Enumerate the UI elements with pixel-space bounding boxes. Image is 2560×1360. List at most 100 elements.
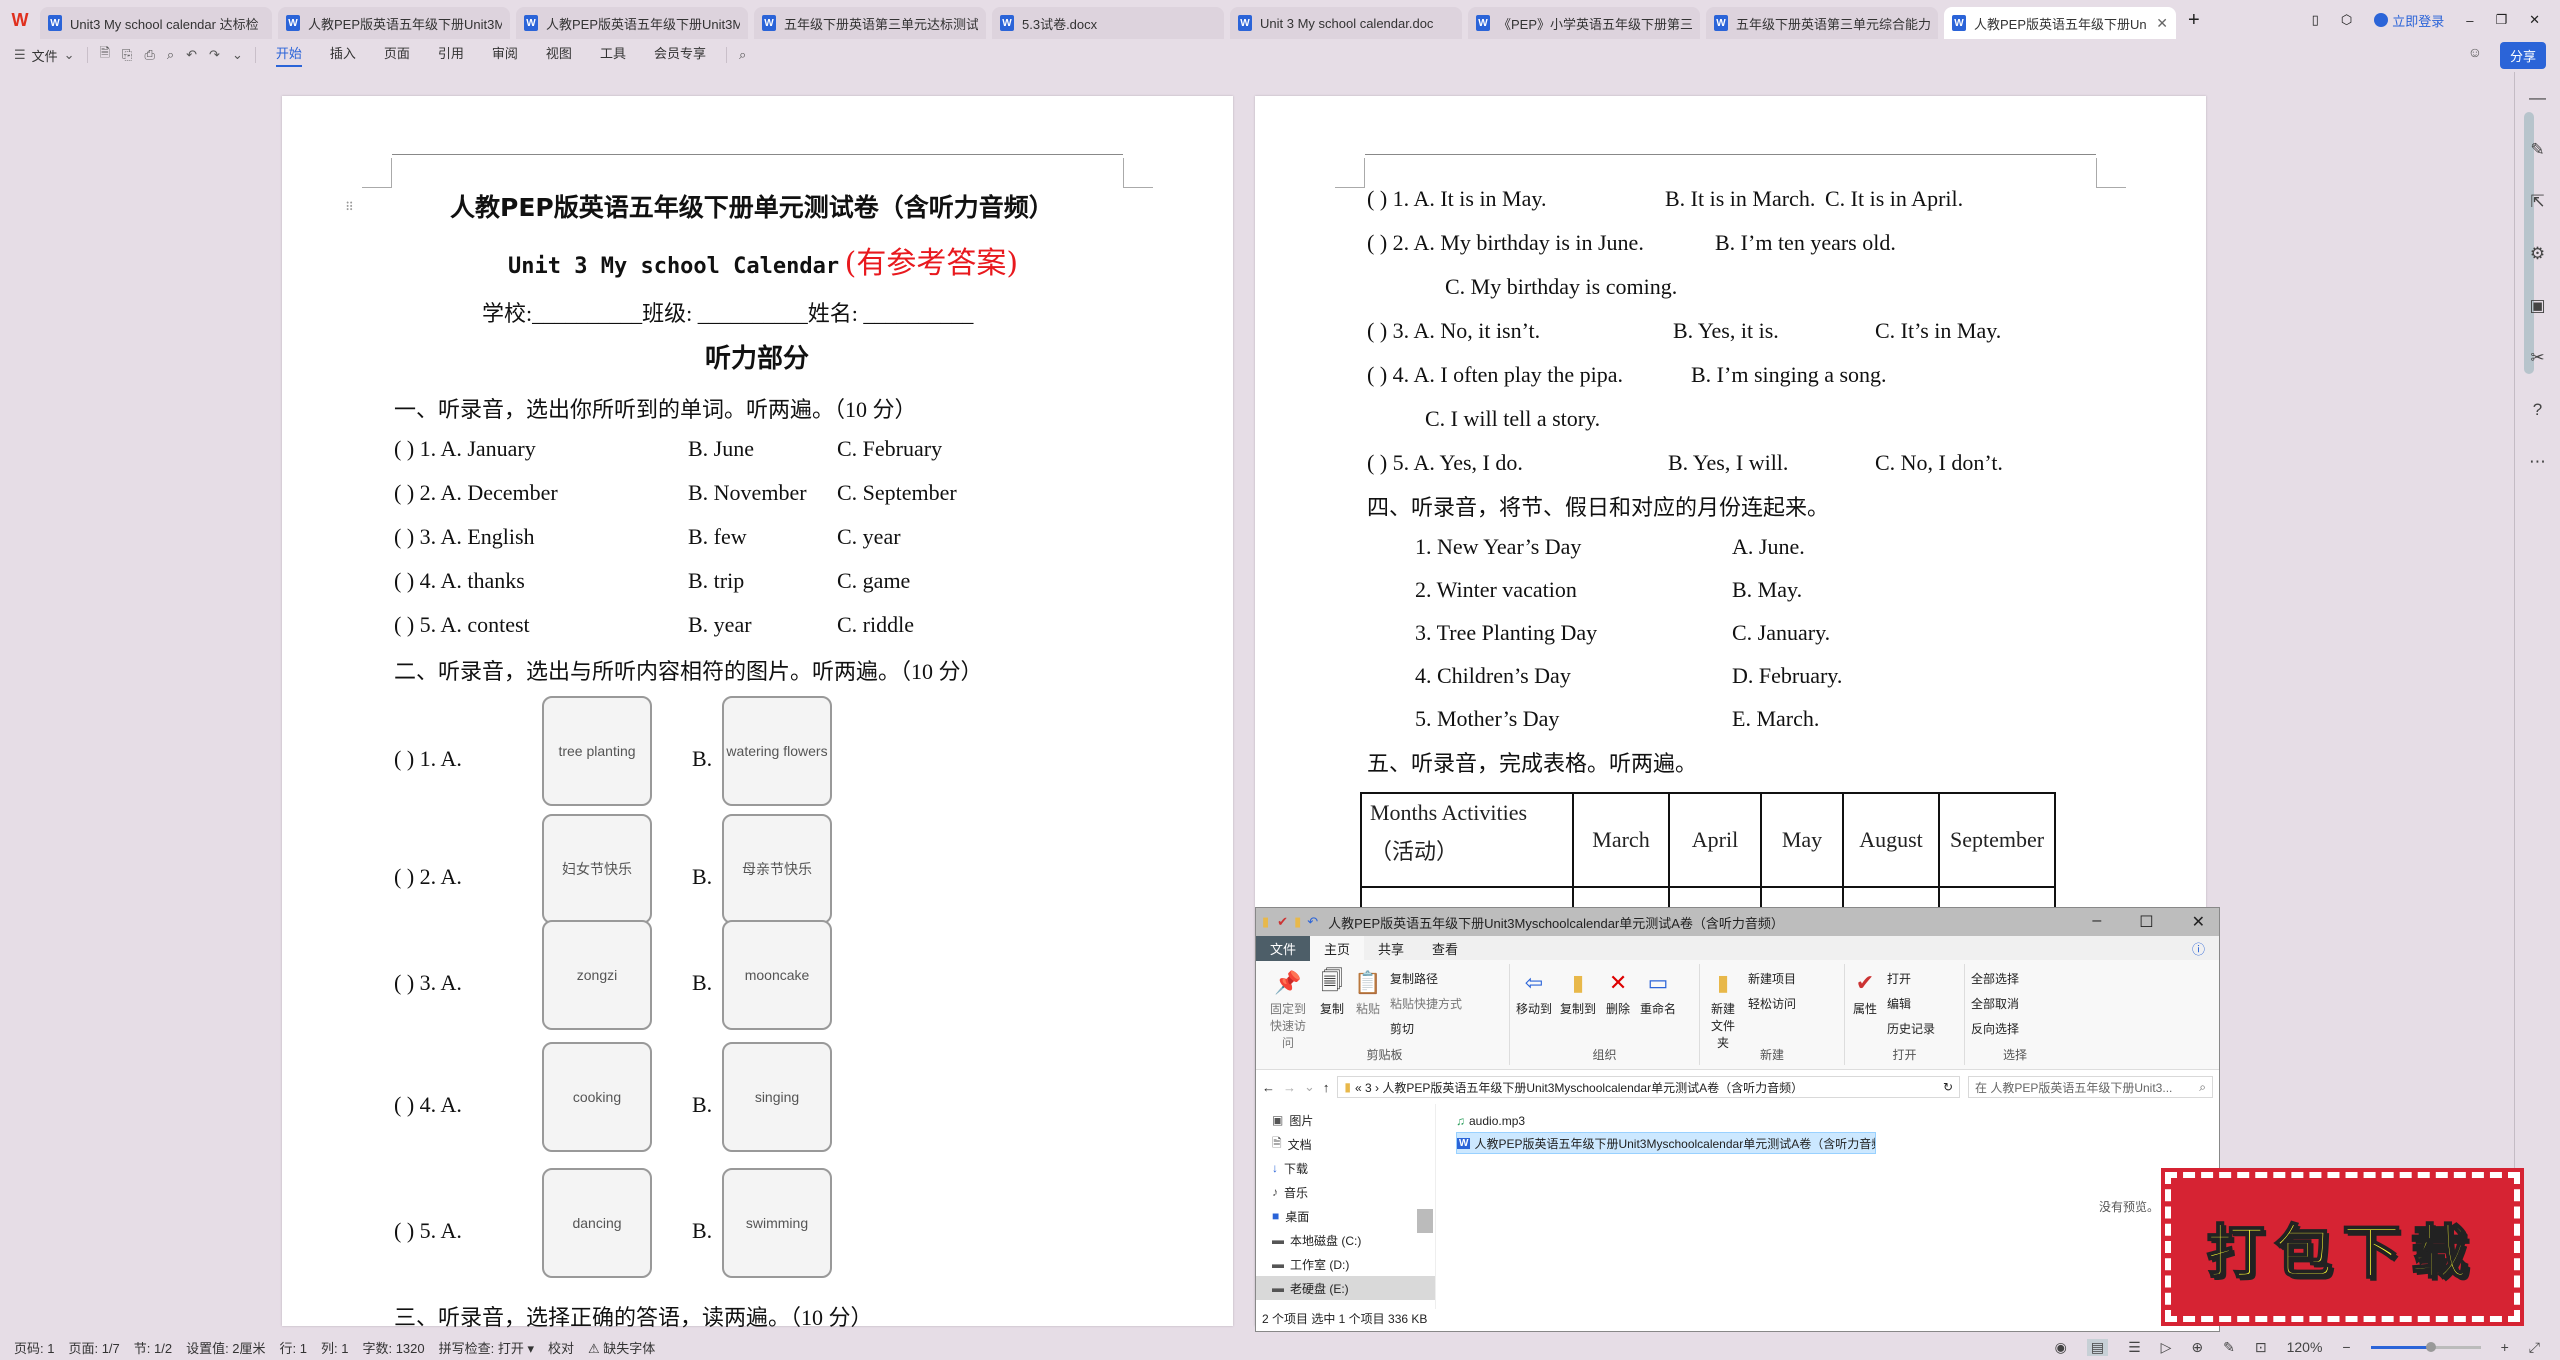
new-tab-button[interactable]: +	[2188, 9, 2200, 32]
nav-item[interactable]: ▬ 本地磁盘 (C:)	[1256, 1228, 1435, 1252]
print-preview-icon[interactable]: ⌕	[167, 47, 174, 63]
copy-path-button[interactable]: 复制路径	[1390, 970, 1462, 987]
address-bar[interactable]: ▮ « 3 › 人教PEP版英语五年级下册Unit3Myschoolcalenda…	[1337, 1076, 1960, 1098]
nav-item[interactable]: ▬ 老硬盘 (E:)	[1256, 1276, 1435, 1300]
refresh-icon[interactable]: ↻	[1943, 1080, 1953, 1094]
eye-icon[interactable]: ◉	[2055, 1339, 2067, 1356]
ribbon-tab[interactable]: 页面	[384, 43, 410, 67]
properties-button[interactable]: ✔ 属性	[1851, 964, 1879, 1017]
edit-button[interactable]: 编辑	[1887, 995, 1935, 1012]
hamburger-icon[interactable]: ☰	[14, 47, 26, 63]
nav-item[interactable]: ▣ 图片	[1256, 1108, 1435, 1132]
help-icon[interactable]: ⓘ	[2178, 936, 2219, 961]
more-icon[interactable]: ⌄	[232, 47, 243, 63]
redo-icon[interactable]: ↷	[209, 47, 220, 63]
status-item[interactable]: 页面: 1/7	[68, 1338, 119, 1357]
status-item[interactable]: 列: 1	[321, 1338, 348, 1357]
zoom-out-button[interactable]: −	[2342, 1339, 2350, 1355]
page-view-icon[interactable]: ▤	[2086, 1338, 2109, 1356]
easy-access-button[interactable]: 轻松访问	[1748, 995, 1796, 1012]
minimize-button[interactable]: –	[2466, 13, 2473, 28]
skin-icon[interactable]: ⬡	[2341, 12, 2352, 28]
nav-scrollbar[interactable]	[1417, 1209, 1433, 1233]
tab-view[interactable]: 查看	[1418, 936, 1472, 961]
export-icon[interactable]: ⎘	[122, 47, 132, 63]
zoom-slider[interactable]	[2370, 1341, 2481, 1352]
picture-option-a[interactable]: tree planting	[542, 696, 652, 806]
help-icon[interactable]: ?	[2515, 384, 2560, 436]
explorer-close-button[interactable]: ✕	[2192, 912, 2205, 932]
ribbon-tab[interactable]: 视图	[546, 43, 572, 67]
status-item[interactable]: ⚠ 缺失字体	[588, 1338, 655, 1357]
pen-icon[interactable]: ✎	[2515, 124, 2560, 176]
tab-document[interactable]: W 五年级下册英语第三单元综合能力提	[1706, 7, 1938, 39]
forward-icon[interactable]: →	[1283, 1080, 1296, 1095]
share-button[interactable]: 分享	[2499, 42, 2546, 69]
play-icon[interactable]: ▷	[2161, 1339, 2172, 1356]
file-item[interactable]: ♫ audio.mp3	[1456, 1110, 2019, 1132]
picture-option-b[interactable]: singing	[722, 1042, 832, 1152]
ribbon-tab[interactable]: 开始	[275, 43, 302, 67]
outline-view-icon[interactable]: ☰	[2128, 1339, 2141, 1356]
pin-button[interactable]: 📌 固定到快速访问	[1266, 964, 1310, 1051]
select-cursor-icon[interactable]: ⇱	[2515, 176, 2560, 228]
nav-item[interactable]: 🗎 文档	[1256, 1132, 1435, 1156]
more-icon[interactable]: ⋯	[2515, 436, 2560, 488]
picture-option-a[interactable]: cooking	[542, 1042, 652, 1152]
search-input[interactable]: 在 人教PEP版英语五年级下册Unit3... ⌕	[1968, 1076, 2213, 1098]
file-item[interactable]: W 人教PEP版英语五年级下册Unit3Myschoolcalendar单元测试A…	[1456, 1132, 1876, 1154]
status-item[interactable]: 节: 1/2	[134, 1338, 172, 1357]
up-icon[interactable]: ↑	[1323, 1080, 1330, 1095]
picture-option-a[interactable]: zongzi	[542, 920, 652, 1030]
delete-button[interactable]: ✕ 删除	[1604, 964, 1632, 1017]
status-item[interactable]: 行: 1	[280, 1338, 307, 1357]
fit-icon[interactable]: ⊡	[2255, 1339, 2267, 1356]
wps-logo-icon[interactable]: W	[0, 0, 40, 40]
nav-item[interactable]: ■ 桌面	[1256, 1204, 1435, 1228]
picture-option-a[interactable]: dancing	[542, 1168, 652, 1278]
cut-button[interactable]: 剪切	[1390, 1020, 1462, 1037]
restore-button[interactable]: ❐	[2495, 12, 2507, 28]
ribbon-tab[interactable]: 引用	[438, 43, 464, 67]
copy-button[interactable]: 🗐 复制	[1318, 964, 1346, 1017]
drag-handle-icon[interactable]: ⠿	[345, 200, 354, 215]
close-tab-icon[interactable]: ✕	[2156, 15, 2168, 32]
ribbon-tab[interactable]: 会员专享	[654, 43, 706, 67]
nav-item[interactable]: ↓ 下载	[1256, 1156, 1435, 1180]
web-view-icon[interactable]: ⊕	[2191, 1339, 2203, 1356]
back-icon[interactable]: ←	[1262, 1080, 1275, 1095]
nav-item[interactable]: ▬ 工作室 (D:)	[1256, 1252, 1435, 1276]
picture-option-a[interactable]: 妇女节快乐	[542, 814, 652, 924]
picture-option-b[interactable]: mooncake	[722, 920, 832, 1030]
zoom-level[interactable]: 120%	[2287, 1339, 2323, 1355]
tablet-mode-icon[interactable]: ▯	[2312, 12, 2319, 28]
tab-document[interactable]: W 5.3试卷.docx	[992, 7, 1224, 39]
picture-option-b[interactable]: 母亲节快乐	[722, 814, 832, 924]
login-button[interactable]: 立即登录	[2374, 11, 2444, 30]
tab-home[interactable]: 主页	[1310, 935, 1365, 961]
history-button[interactable]: 历史记录	[1887, 1020, 1935, 1037]
explorer-maximize-button[interactable]: ☐	[2139, 912, 2153, 932]
tab-document[interactable]: W Unit3 My school calendar 达标检	[40, 7, 272, 39]
tab-document[interactable]: W Unit 3 My school calendar.doc	[1230, 7, 1462, 39]
status-item[interactable]: 设置值: 2厘米	[186, 1338, 265, 1357]
fullscreen-icon[interactable]: ⤢	[2529, 1339, 2540, 1356]
status-item[interactable]: 字数: 1320	[362, 1338, 424, 1357]
invert-selection-button[interactable]: 反向选择	[1971, 1020, 2019, 1037]
close-button[interactable]: ✕	[2529, 12, 2540, 28]
search-icon[interactable]: ⌕	[739, 47, 746, 63]
ribbon-tab[interactable]: 审阅	[492, 43, 518, 67]
feedback-icon[interactable]: ☺	[2468, 44, 2482, 60]
zoom-slider-knob[interactable]	[2426, 1341, 2437, 1352]
ribbon-tab[interactable]: 插入	[330, 43, 356, 67]
ribbon-tab[interactable]: 工具	[600, 43, 626, 67]
tab-file[interactable]: 文件	[1256, 935, 1311, 961]
new-item-button[interactable]: 新建项目	[1748, 970, 1796, 987]
settings-sliders-icon[interactable]: ⚙	[2515, 228, 2560, 280]
download-package-badge[interactable]: 打包下载	[2161, 1168, 2524, 1326]
undo-icon[interactable]: ↶	[1307, 914, 1318, 930]
status-item[interactable]: 拼写检查: 打开 ▾	[439, 1338, 534, 1357]
explorer-minimize-button[interactable]: –	[2092, 912, 2101, 932]
tab-document[interactable]: W 人教PEP版英语五年级下册Unit3My	[516, 7, 748, 39]
copy-to-button[interactable]: ▮ 复制到	[1560, 964, 1596, 1017]
